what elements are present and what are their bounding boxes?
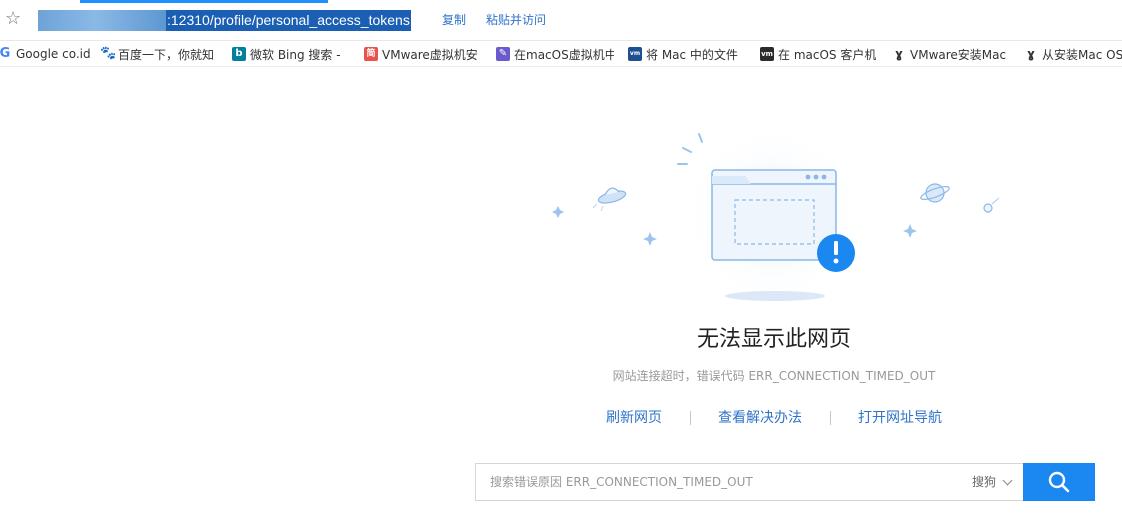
loading-progress-bar [80, 0, 328, 3]
error-title: 无法显示此网页 [696, 327, 851, 352]
address-bar: ☆ :12310/profile/personal_access_tokens … [0, 0, 1122, 41]
link-divider [690, 411, 691, 425]
spark-lines [677, 133, 703, 165]
bookmark-label: VMware安装Mac [910, 47, 1007, 62]
refresh-page-link[interactable]: 刷新网页 [606, 408, 662, 428]
vmware-icon: vm [628, 47, 642, 61]
error-illustration [552, 123, 1000, 307]
vm-icon: vm [760, 47, 774, 61]
bookmark-label: 百度一下，你就知 [118, 47, 215, 62]
browser-window-icon [711, 169, 837, 261]
bookmark-label: 将 Mac 中的文件 [646, 47, 738, 62]
bookmark-item-vmware-install[interactable]: 简 VMware虚拟机安 [364, 45, 482, 63]
open-url-navigation-link[interactable]: 打开网址导航 [858, 408, 942, 428]
bookmark-label: VMware虚拟机安 [382, 47, 478, 62]
search-engine-select[interactable]: 搜狗 [971, 464, 1013, 500]
url-field[interactable]: :12310/profile/personal_access_tokens [38, 10, 424, 31]
feather-icon: ✎ [496, 47, 510, 61]
baidu-paw-icon: 🐾 [100, 46, 117, 61]
search-icon [1048, 471, 1070, 493]
bookmark-item-bing[interactable]: b 微软 Bing 搜索 - [232, 45, 348, 63]
bookmark-item-vmware-mac[interactable]: ɣ VMware安装Mac [892, 45, 1010, 63]
chevron-down-icon [1002, 475, 1013, 485]
bookmarks-bar: G Google co.id 🐾 百度一下，你就知 b 微软 Bing 搜索 -… [0, 41, 1122, 67]
error-search-box: 搜狗 [475, 463, 1023, 501]
bookmark-item-install-macos[interactable]: ɣ 从安装Mac OS [1024, 45, 1122, 63]
bookmark-label: 在 macOS 客户机 [778, 47, 877, 62]
bookmark-label: Google co.id [16, 47, 90, 61]
url-selected-text[interactable]: :12310/profile/personal_access_tokens [166, 10, 411, 31]
alert-exclamation-icon [817, 234, 855, 272]
error-action-links: 刷新网页 查看解决办法 打开网址导航 [560, 408, 988, 428]
v-logo-icon: ɣ [1024, 47, 1038, 61]
bookmark-item-mac-files[interactable]: vm 将 Mac 中的文件 [628, 45, 746, 63]
link-divider [830, 411, 831, 425]
bookmark-label: 微软 Bing 搜索 - [250, 47, 341, 62]
shadow-ellipse [725, 291, 825, 301]
bookmark-label: 在macOS虚拟机中 [514, 47, 614, 62]
bookmark-item-macos-guest[interactable]: vm 在 macOS 客户机 [760, 45, 878, 63]
ufo-icon [592, 187, 627, 212]
jian-icon: 简 [364, 47, 378, 61]
view-solution-link[interactable]: 查看解决办法 [718, 408, 802, 428]
bookmark-label: 从安装Mac OS [1042, 47, 1122, 62]
bookmark-item-google[interactable]: G Google co.id [0, 45, 90, 63]
bookmark-star-icon[interactable]: ☆ [5, 10, 23, 28]
bookmark-item-baidu[interactable]: 🐾 百度一下，你就知 [100, 45, 218, 63]
bing-icon: b [232, 47, 246, 61]
paste-and-visit-button[interactable]: 粘贴并访问 [486, 12, 546, 28]
bookmark-item-macos-vm[interactable]: ✎ 在macOS虚拟机中 [496, 45, 614, 63]
planet-icon [920, 183, 950, 203]
error-detail: 网站连接超时，错误代码 ERR_CONNECTION_TIMED_OUT [612, 369, 936, 383]
search-input[interactable] [476, 464, 946, 500]
copy-button[interactable]: 复制 [442, 12, 466, 28]
url-host-redacted [38, 10, 166, 31]
comet-icon [983, 197, 1000, 213]
search-button[interactable] [1023, 463, 1095, 501]
v-logo-icon: ɣ [892, 47, 906, 61]
search-engine-label: 搜狗 [971, 475, 996, 489]
google-icon: G [0, 46, 12, 61]
